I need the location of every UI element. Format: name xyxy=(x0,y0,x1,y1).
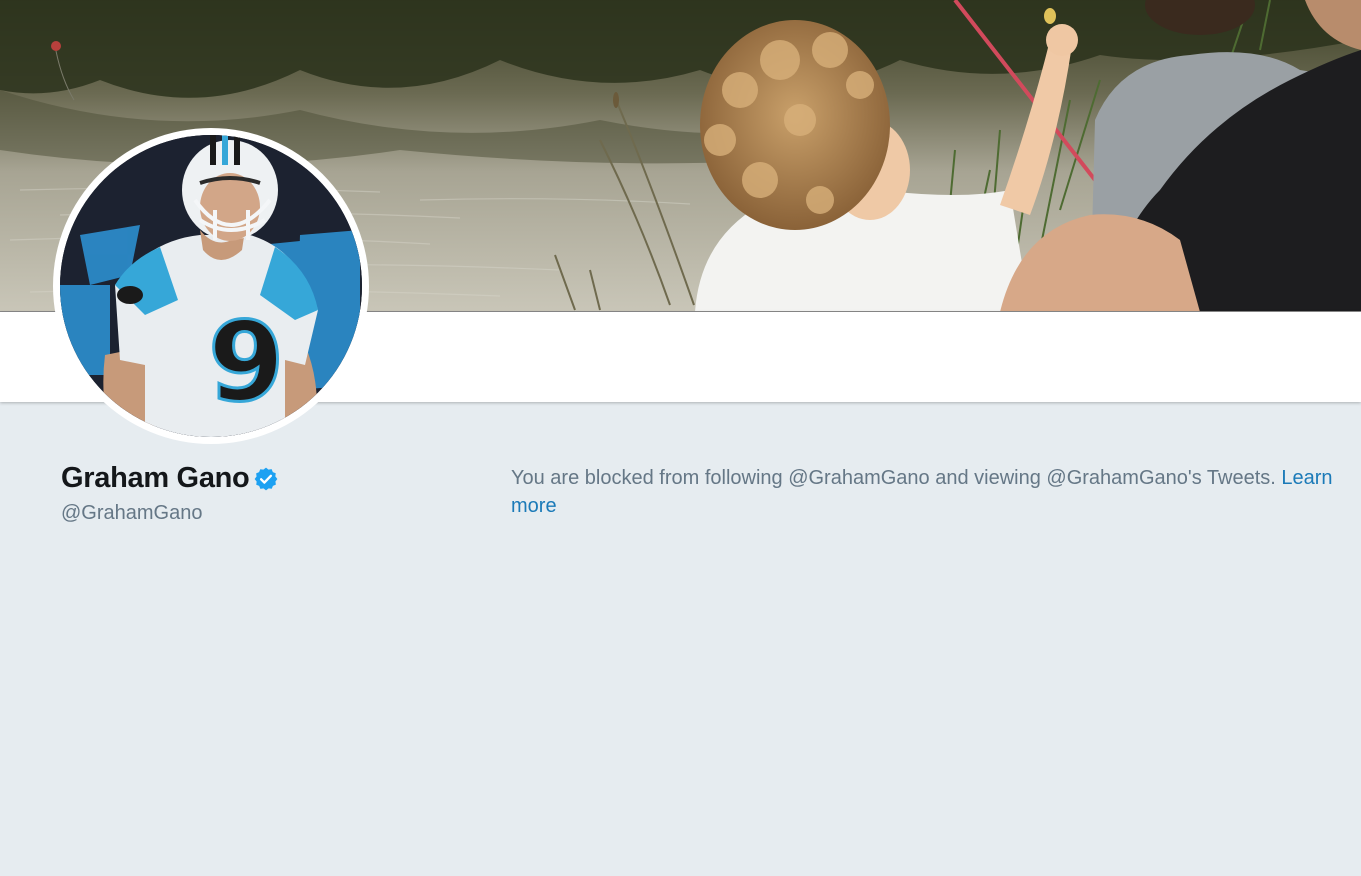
blocked-notice-text: You are blocked from following @GrahamGa… xyxy=(511,467,1282,489)
verified-badge-icon xyxy=(253,466,279,492)
profile-card: Graham Gano @GrahamGano xyxy=(61,460,461,526)
svg-text:9: 9 xyxy=(208,298,285,426)
avatar-photo: 9 xyxy=(60,135,362,437)
profile-page: 9 Graham Gano @GrahamGano You are blocke… xyxy=(0,0,1361,876)
avatar[interactable]: 9 xyxy=(53,128,369,444)
profile-handle[interactable]: @GrahamGano xyxy=(61,500,461,526)
name-row: Graham Gano xyxy=(61,460,461,496)
profile-name[interactable]: Graham Gano xyxy=(61,460,250,496)
blocked-notice: You are blocked from following @GrahamGa… xyxy=(511,464,1361,520)
